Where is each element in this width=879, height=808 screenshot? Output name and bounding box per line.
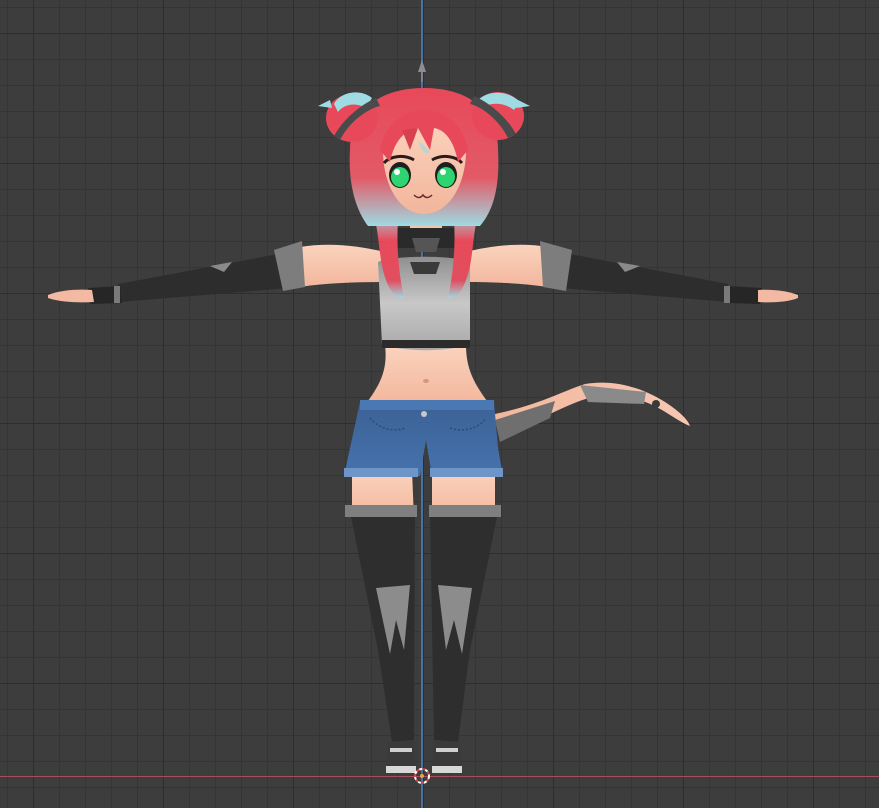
- right-arm: [465, 241, 798, 304]
- 3d-viewport[interactable]: [0, 0, 879, 808]
- left-arm: [48, 241, 385, 304]
- torso: [365, 345, 490, 405]
- legs: [345, 470, 501, 773]
- 3d-cursor-icon[interactable]: [412, 766, 432, 786]
- tail: [490, 382, 690, 442]
- character-model[interactable]: [0, 0, 879, 808]
- shorts: [344, 400, 503, 477]
